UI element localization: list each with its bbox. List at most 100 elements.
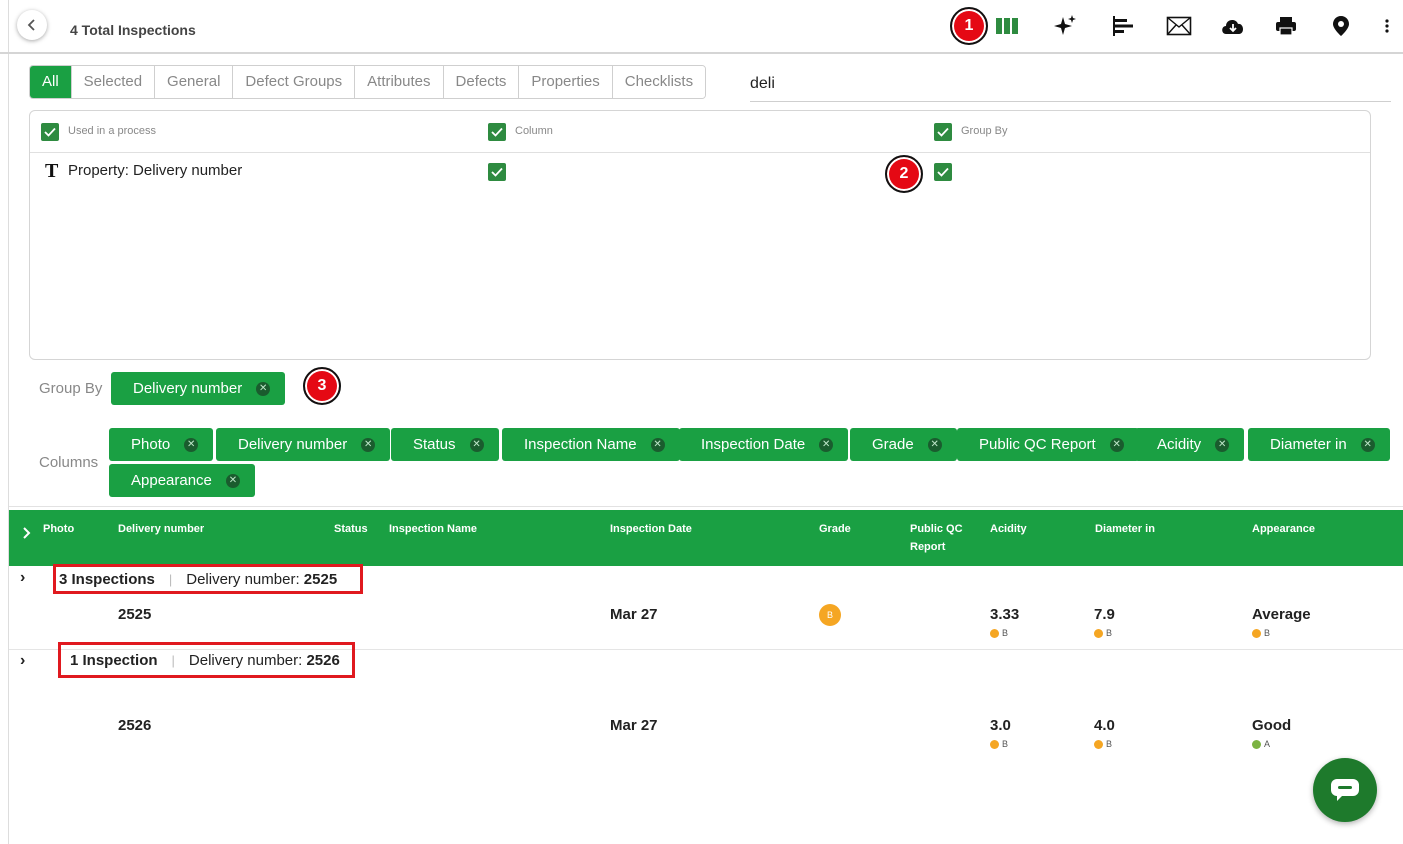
- header-inspection-date[interactable]: Inspection Date: [610, 520, 692, 538]
- email-button[interactable]: [1164, 12, 1194, 40]
- back-button[interactable]: [17, 10, 47, 40]
- header-public-qc-report[interactable]: Public QC Report: [910, 520, 963, 556]
- groupby-chip-delivery-number[interactable]: Delivery number ✕: [111, 372, 286, 405]
- acidity-grade: B: [990, 628, 1008, 638]
- chevron-left-icon: [27, 19, 35, 31]
- used-in-process-checkbox[interactable]: [41, 123, 59, 141]
- group-key-label: Delivery number:: [186, 570, 300, 588]
- grade-letter: B: [1002, 628, 1009, 638]
- header-diameter-in[interactable]: Diameter in: [1095, 520, 1155, 538]
- map-button[interactable]: [1326, 12, 1356, 40]
- cell-inspection-date[interactable]: Mar 27: [610, 717, 658, 734]
- cell-acidity[interactable]: 3.33: [990, 606, 1019, 623]
- tab-general[interactable]: General: [154, 66, 233, 98]
- columns-label: Columns: [39, 454, 99, 471]
- column-chip-inspection-date[interactable]: Inspection Date ✕: [679, 428, 849, 461]
- remove-icon[interactable]: ✕: [361, 437, 376, 452]
- expand-all-chevron-icon[interactable]: [22, 527, 32, 539]
- header-grade[interactable]: Grade: [819, 520, 851, 538]
- property-column-checkbox[interactable]: [488, 163, 506, 181]
- cell-acidity[interactable]: 3.0: [990, 717, 1011, 734]
- cell-diameter[interactable]: 7.9: [1094, 606, 1115, 623]
- cell-appearance[interactable]: Good: [1252, 717, 1291, 734]
- column-chip-status[interactable]: Status ✕: [391, 428, 499, 461]
- search-input[interactable]: [750, 62, 1391, 102]
- column-chip-photo[interactable]: Photo ✕: [109, 428, 214, 461]
- column-chip-public-qc-report[interactable]: Public QC Report ✕: [957, 428, 1139, 461]
- tab-attributes[interactable]: Attributes: [354, 66, 443, 98]
- check-icon: [937, 167, 949, 177]
- header-acidity[interactable]: Acidity: [990, 520, 1027, 538]
- tab-defect-groups[interactable]: Defect Groups: [232, 66, 355, 98]
- group-expand-chevron-icon[interactable]: ›: [20, 569, 25, 587]
- cell-diameter[interactable]: 4.0: [1094, 717, 1115, 734]
- remove-icon[interactable]: ✕: [225, 473, 240, 488]
- header-inspection-name[interactable]: Inspection Name: [389, 520, 477, 538]
- more-vert-icon: [1385, 19, 1389, 33]
- chat-button[interactable]: [1313, 758, 1377, 822]
- diameter-grade: B: [1094, 628, 1112, 638]
- columns-button[interactable]: [992, 12, 1022, 40]
- chip-label: Delivery number: [133, 380, 243, 397]
- group-header-2526[interactable]: 1 Inspection | Delivery number: 2526: [58, 642, 355, 678]
- check-icon: [44, 127, 56, 137]
- header-photo[interactable]: Photo: [43, 520, 74, 538]
- remove-icon[interactable]: ✕: [1215, 437, 1230, 452]
- table-header: Photo Delivery number Status Inspection …: [9, 510, 1403, 566]
- chart-button[interactable]: [1108, 12, 1138, 40]
- property-groupby-checkbox[interactable]: [934, 163, 952, 181]
- remove-icon[interactable]: ✕: [469, 437, 484, 452]
- group-separator: |: [168, 571, 173, 587]
- top-bar: 4 Total Inspections: [0, 0, 1403, 54]
- diameter-grade: B: [1094, 739, 1112, 749]
- bar-chart-icon: [1113, 16, 1133, 36]
- remove-icon[interactable]: ✕: [256, 381, 271, 396]
- cloud-download-icon: [1222, 20, 1244, 34]
- remove-icon[interactable]: ✕: [650, 437, 665, 452]
- print-button[interactable]: [1271, 12, 1301, 40]
- cell-inspection-date[interactable]: Mar 27: [610, 606, 658, 623]
- remove-icon[interactable]: ✕: [184, 437, 199, 452]
- group-key-label: Delivery number:: [188, 651, 303, 669]
- tab-selected[interactable]: Selected: [70, 66, 155, 98]
- tab-properties[interactable]: Properties: [518, 66, 612, 98]
- tab-defects[interactable]: Defects: [442, 66, 519, 98]
- header-status[interactable]: Status: [334, 520, 368, 538]
- grade-dot-icon: [990, 739, 999, 749]
- column-chip-grade[interactable]: Grade ✕: [850, 428, 957, 461]
- grade-dot-icon: [990, 628, 999, 638]
- cell-delivery-number[interactable]: 2525: [118, 606, 151, 623]
- used-in-process-label: Used in a process: [68, 125, 157, 137]
- cell-delivery-number[interactable]: 2526: [118, 717, 151, 734]
- column-chip-appearance[interactable]: Appearance ✕: [109, 464, 255, 497]
- column-chip-acidity[interactable]: Acidity ✕: [1135, 428, 1245, 461]
- remove-icon[interactable]: ✕: [1360, 437, 1375, 452]
- more-button[interactable]: [1372, 12, 1402, 40]
- check-icon: [491, 167, 503, 177]
- column-chip-inspection-name[interactable]: Inspection Name ✕: [502, 428, 680, 461]
- column-chip-delivery-number[interactable]: Delivery number ✕: [216, 428, 391, 461]
- location-pin-icon: [1333, 16, 1349, 36]
- groupby-header-checkbox[interactable]: [934, 123, 952, 141]
- column-chip-diameter-in[interactable]: Diameter in ✕: [1248, 428, 1390, 461]
- remove-icon[interactable]: ✕: [819, 437, 834, 452]
- remove-icon[interactable]: ✕: [1109, 437, 1124, 452]
- cell-appearance[interactable]: Average: [1252, 606, 1311, 623]
- remove-icon[interactable]: ✕: [927, 437, 942, 452]
- group-count: 3 Inspections: [59, 570, 155, 588]
- group-header-2525[interactable]: 3 Inspections | Delivery number: 2525: [53, 564, 363, 594]
- ai-button[interactable]: [1050, 12, 1080, 40]
- column-header-checkbox[interactable]: [488, 123, 506, 141]
- tab-all[interactable]: All: [30, 66, 71, 98]
- header-delivery-number[interactable]: Delivery number: [118, 520, 204, 538]
- header-appearance[interactable]: Appearance: [1252, 520, 1315, 538]
- group-by-label: Group By: [39, 380, 103, 397]
- filter-tabs: All Selected General Defect Groups Attri…: [29, 65, 707, 99]
- group-separator: |: [171, 652, 175, 668]
- panel-header: Used in a process Column Group By: [30, 111, 1370, 153]
- download-button[interactable]: [1218, 12, 1248, 40]
- grade-dot-icon: [1252, 739, 1261, 749]
- grade-dot-icon: [1094, 628, 1103, 638]
- tab-checklists[interactable]: Checklists: [611, 66, 706, 98]
- group-expand-chevron-icon[interactable]: ›: [20, 652, 25, 670]
